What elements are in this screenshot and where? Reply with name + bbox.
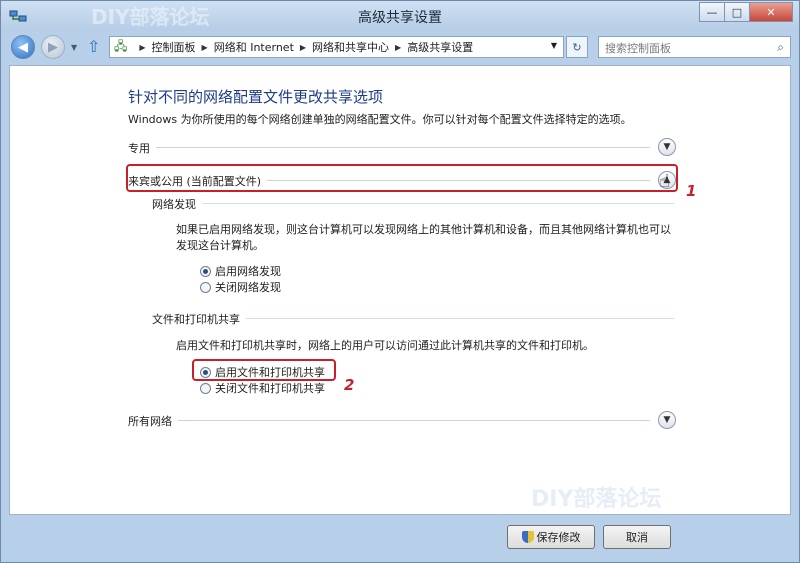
window-title: 高级共享设置: [358, 10, 442, 26]
refresh-icon: ↻: [572, 40, 582, 54]
chevron-down-icon[interactable]: ▼: [551, 41, 557, 50]
profile-all-networks[interactable]: 所有网络 ▼: [128, 411, 676, 429]
radio-unselected-icon[interactable]: [200, 382, 211, 394]
radio-unselected-icon[interactable]: [200, 281, 211, 293]
radio-selected-icon[interactable]: [200, 265, 211, 277]
breadcrumb-control-panel[interactable]: 控制面板: [152, 39, 196, 55]
network-discovery-header: 网络发现: [152, 196, 674, 212]
forward-button[interactable]: ▶: [41, 35, 65, 59]
breadcrumb-network-internet[interactable]: 网络和 Internet: [214, 39, 294, 55]
chevron-down-icon[interactable]: ▼: [658, 411, 676, 429]
minimize-button[interactable]: —: [699, 2, 725, 22]
divider: [128, 147, 650, 148]
window: DIY部落论坛 高级共享设置 — □ ✕ ◀ ▶ ▼ ⇧ 🖧 ▶ 控制面板 ▶ …: [0, 0, 800, 563]
search-input[interactable]: 搜索控制面板 ⌕: [598, 36, 791, 58]
save-changes-button[interactable]: 保存修改: [507, 525, 595, 549]
profile-private[interactable]: 专用 ▼: [128, 138, 676, 156]
back-button[interactable]: ◀: [11, 35, 35, 59]
radio-enable-network-discovery[interactable]: 启用网络发现: [200, 263, 281, 279]
radio-label: 关闭网络发现: [215, 281, 281, 294]
annotation-step-1: 1: [686, 182, 697, 200]
address-bar[interactable]: 🖧 ▶ 控制面板 ▶ 网络和 Internet ▶ 网络和共享中心 ▶ 高级共享…: [109, 36, 564, 58]
breadcrumb-separator-icon[interactable]: ▶: [395, 43, 401, 52]
profile-guest-public-label: 来宾或公用 (当前配置文件): [128, 173, 268, 189]
network-discovery-title: 网络发现: [152, 196, 202, 212]
maximize-button[interactable]: □: [724, 2, 750, 22]
recent-pages-dropdown[interactable]: ▼: [71, 43, 77, 52]
page-description: Windows 为你所使用的每个网络创建单独的网络配置文件。你可以针对每个配置文…: [128, 113, 632, 126]
chevron-down-icon[interactable]: ▼: [658, 138, 676, 156]
breadcrumb-advanced-sharing[interactable]: 高级共享设置: [407, 39, 473, 55]
network-discovery-description: 如果已启用网络发现，则这台计算机可以发现网络上的其他计算机和设备，而且其他网络计…: [176, 223, 671, 252]
profile-private-label: 专用: [128, 140, 156, 156]
page-title: 针对不同的网络配置文件更改共享选项: [128, 88, 384, 106]
file-printer-sharing-title: 文件和打印机共享: [152, 311, 246, 327]
up-arrow-icon[interactable]: ⇧: [87, 37, 100, 56]
search-placeholder: 搜索控制面板: [605, 42, 671, 55]
title-bar: DIY部落论坛 高级共享设置 — □ ✕: [1, 1, 799, 31]
arrow-right-icon: ▶: [48, 39, 58, 55]
radio-disable-network-discovery[interactable]: 关闭网络发现: [200, 279, 281, 295]
cancel-label: 取消: [626, 531, 648, 544]
close-button[interactable]: ✕: [749, 2, 793, 22]
breadcrumb-network-sharing-center[interactable]: 网络和共享中心: [312, 39, 389, 55]
navigation-bar: ◀ ▶ ▼ ⇧ 🖧 ▶ 控制面板 ▶ 网络和 Internet ▶ 网络和共享中…: [1, 31, 799, 63]
uac-shield-icon: [521, 531, 534, 543]
divider: [128, 420, 650, 421]
control-panel-icon: 🖧: [114, 38, 128, 53]
cancel-button[interactable]: 取消: [603, 525, 671, 549]
highlight-box-2: [192, 359, 336, 381]
annotation-step-2: 2: [344, 376, 355, 394]
breadcrumb-separator-icon[interactable]: ▶: [300, 43, 306, 52]
breadcrumb-separator-icon[interactable]: ▶: [202, 43, 208, 52]
radio-disable-file-printer-sharing[interactable]: 关闭文件和打印机共享: [200, 380, 325, 396]
arrow-left-icon: ◀: [18, 39, 28, 55]
refresh-button[interactable]: ↻: [566, 36, 588, 58]
profile-all-networks-label: 所有网络: [128, 413, 178, 429]
save-changes-label: 保存修改: [536, 531, 581, 544]
file-printer-sharing-description: 启用文件和打印机共享时，网络上的用户可以访问通过此计算机共享的文件和打印机。: [176, 339, 594, 352]
divider: [152, 203, 674, 204]
content-pane: 针对不同的网络配置文件更改共享选项 Windows 为你所使用的每个网络创建单独…: [9, 65, 791, 515]
watermark: DIY部落论坛: [531, 487, 662, 512]
radio-label: 关闭文件和打印机共享: [215, 382, 325, 395]
file-printer-sharing-header: 文件和打印机共享: [152, 311, 674, 327]
search-icon[interactable]: ⌕: [777, 40, 784, 55]
radio-label: 启用网络发现: [215, 265, 281, 278]
breadcrumb-separator-icon[interactable]: ▶: [139, 43, 145, 52]
hand-cursor-icon: ☝: [659, 171, 670, 192]
